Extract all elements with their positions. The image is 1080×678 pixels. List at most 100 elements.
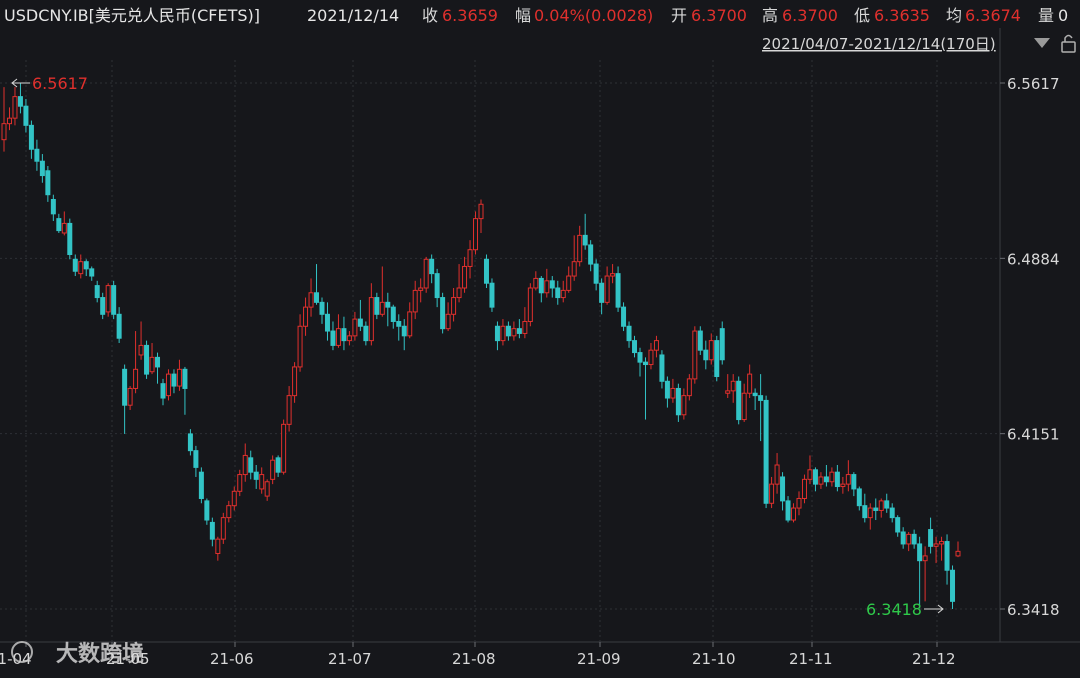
candle-body-up [226,505,232,519]
candle [621,302,627,332]
candle-body-up [456,287,462,299]
candle-body-up [418,287,424,291]
candle-body-down [248,457,254,473]
candle-body-up [149,356,155,373]
candle [489,278,495,312]
candle-body-down [390,306,396,322]
candle-body-up [352,318,358,337]
max-value-label: 6.5617 [32,74,88,93]
candle-body-up [878,500,884,511]
candle-body-down [555,287,561,299]
candle-body-up [653,340,659,351]
candle-body-up [237,474,243,492]
candle-body-down [56,218,62,232]
candle [105,283,111,317]
candle [801,474,807,504]
candle-body-down [538,277,544,294]
candle [527,283,533,327]
candle-body-down [516,328,522,334]
candle-body-down [28,124,34,150]
candle-body-down [401,325,407,337]
candle-body-up [610,273,616,277]
candle-body-up [165,373,171,397]
candle-body-up [270,459,276,480]
candle-body-down [111,285,117,315]
candle-body-up [303,306,309,327]
candle-body-down [50,198,56,215]
candle-body-up [725,390,731,394]
low-value: 6.3635 [874,6,930,25]
candle-body-down [324,313,330,332]
candle-body-down [549,280,555,289]
date-range-text[interactable]: 2021/04/07-2021/12/14(170日) [762,35,996,53]
candle-body-up [12,96,18,119]
x-tick-label: 21-08 [452,650,496,668]
candle-body-down [100,297,106,315]
candlestick-chart: USDCNY.IB[美元兑人民币(CFETS)] 2021/12/14 收 6.… [0,0,1080,674]
x-tick-label: 21-07 [328,650,372,668]
change-label: 幅 [515,6,531,25]
candle [763,395,769,509]
candle-body-down [856,488,862,507]
candle-body-down [209,521,215,540]
candle-body-down [39,160,45,177]
candle-body-down [275,457,281,473]
candle-body-down [440,297,446,330]
candle-body-up [445,313,451,330]
candle-body-down [34,148,40,162]
candle-body-up [500,325,506,342]
candle-body-down [23,105,29,126]
candle-body-down [637,352,643,363]
candle [423,256,429,293]
candle-body-down [851,474,857,490]
candle-body-down [155,356,161,368]
candle-body-up [769,483,775,504]
candle-body-down [917,543,923,562]
candle [281,419,287,475]
candle-body-up [906,533,912,545]
candle-body-down [89,268,95,277]
candle-body-up [741,392,747,421]
candle-body-down [187,433,193,452]
candle-body-down [253,471,259,480]
candle-body-up [259,474,265,490]
candle-body-down [396,320,402,327]
candle-body-down [122,368,128,406]
candle-body-up [933,543,939,547]
candle-body-down [374,297,380,315]
candle-body-down [67,222,73,256]
symbol-title: USDCNY.IB[美元兑人民币(CFETS)] [4,6,260,25]
candle-body-down [823,476,829,483]
watermark-text: 大数跨境 [56,641,144,667]
candle-body-up [922,555,928,562]
open-label: 开 [671,6,687,25]
candle-body-down [642,361,648,366]
candle-body-down [83,261,89,270]
candle-body-down [144,344,150,375]
x-tick-label: 21-09 [577,650,621,668]
candle-body-up [215,538,221,555]
candle-body-up [286,395,292,425]
candle-body-down [505,325,511,337]
candle-body-up [527,287,533,322]
candle-body-down [889,507,895,519]
candle-body-up [127,387,133,406]
candle-body-down [780,476,786,502]
candle-body-down [900,531,906,545]
candle-body-down [330,330,336,346]
chart-background [0,0,1080,674]
candle [692,326,698,384]
x-tick-label: 21-06 [210,650,254,668]
candle-body-up [308,292,314,308]
candle-body-up [281,423,287,473]
candle-body-up [138,344,144,356]
candle-body-down [116,313,122,339]
candle-body-up [807,469,813,480]
candle [714,335,720,382]
candle-body-up [176,368,182,387]
candle-body-down [758,395,764,401]
candle-body-up [818,476,824,485]
candle-body-down [599,282,605,303]
candle-body-down [45,170,51,196]
candle-body-down [895,517,901,533]
